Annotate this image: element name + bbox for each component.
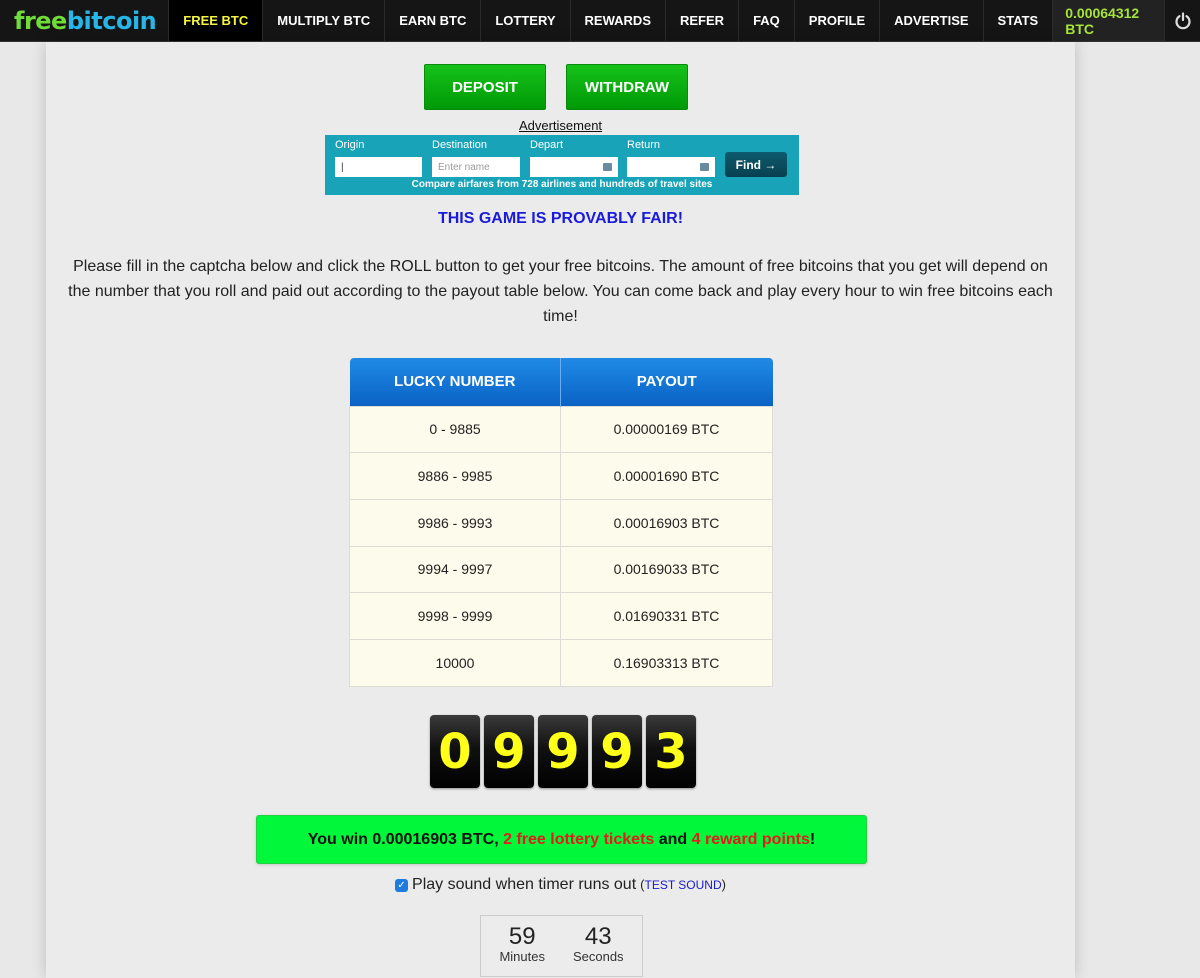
minutes-value: 59 bbox=[508, 923, 536, 950]
roll-result: 0 9 9 9 3 bbox=[430, 715, 696, 788]
roll-digit: 0 bbox=[430, 715, 480, 788]
seconds-label: Seconds bbox=[572, 949, 624, 964]
play-sound-checkbox[interactable]: ✓ bbox=[395, 878, 409, 892]
win-and: and bbox=[654, 830, 692, 848]
return-input[interactable] bbox=[627, 157, 715, 177]
origin-input[interactable]: | bbox=[335, 157, 422, 177]
payout-amount: 0.16903313 BTC bbox=[560, 638, 773, 687]
logo-bitcoin: bitcoin bbox=[66, 6, 157, 35]
deposit-button[interactable]: DEPOSIT bbox=[424, 64, 546, 110]
destination-input[interactable]: Enter name bbox=[432, 157, 520, 177]
table-row: 10000 0.16903313 BTC bbox=[349, 638, 773, 687]
main-content: DEPOSIT WITHDRAW Advertisement Origin De… bbox=[46, 42, 1075, 978]
countdown-timer: 59 Minutes 43 Seconds bbox=[480, 915, 643, 977]
win-banner: You win 0.00016903 BTC, 2 free lottery t… bbox=[256, 815, 867, 864]
lucky-range: 9986 - 9993 bbox=[349, 498, 561, 547]
table-header-row: LUCKY NUMBER PAYOUT bbox=[349, 358, 773, 406]
origin-label: Origin bbox=[335, 139, 365, 151]
nav-lottery[interactable]: LOTTERY bbox=[480, 0, 569, 41]
win-lottery-tickets: 2 free lottery tickets bbox=[503, 830, 655, 848]
payout-amount: 0.01690331 BTC bbox=[560, 592, 773, 640]
win-suffix: ! bbox=[809, 830, 816, 848]
calendar-icon bbox=[700, 163, 709, 171]
roll-digit: 9 bbox=[484, 715, 534, 788]
minutes-label: Minutes bbox=[499, 949, 545, 964]
balance-display: 0.00064312 BTC bbox=[1052, 0, 1165, 41]
play-sound-label[interactable]: Play sound when timer runs out bbox=[412, 876, 636, 894]
payout-amount: 0.00000169 BTC bbox=[560, 405, 773, 454]
nav-rewards[interactable]: REWARDS bbox=[569, 0, 665, 41]
lucky-range: 0 - 9885 bbox=[349, 405, 561, 454]
top-nav: free bitcoin FREE BTC MULTIPLY BTC EARN B… bbox=[0, 0, 1200, 42]
test-sound-link[interactable]: TEST SOUND bbox=[645, 878, 722, 892]
win-amount: You win 0.00016903 BTC, bbox=[307, 830, 504, 848]
find-flights-button[interactable]: Find → bbox=[725, 152, 787, 177]
calendar-icon bbox=[603, 163, 612, 171]
roll-digit: 3 bbox=[646, 715, 696, 788]
table-row: 9986 - 9993 0.00016903 BTC bbox=[349, 498, 773, 547]
logo-free: free bbox=[14, 6, 67, 35]
header-payout: PAYOUT bbox=[560, 358, 773, 406]
header-lucky-number: LUCKY NUMBER bbox=[349, 358, 561, 406]
seconds-value: 43 bbox=[584, 923, 612, 950]
lucky-range: 10000 bbox=[349, 638, 561, 687]
nav-stats[interactable]: STATS bbox=[982, 0, 1053, 41]
payout-table: LUCKY NUMBER PAYOUT 0 - 9885 0.00000169 B… bbox=[349, 358, 773, 687]
depart-input[interactable] bbox=[530, 157, 618, 177]
logout-button[interactable] bbox=[1164, 0, 1200, 41]
table-row: 9886 - 9985 0.00001690 BTC bbox=[349, 452, 773, 500]
logo[interactable]: free bitcoin bbox=[0, 0, 168, 41]
timer-minutes: 59 Minutes bbox=[499, 925, 545, 976]
power-icon bbox=[1174, 11, 1191, 29]
payout-amount: 0.00016903 BTC bbox=[560, 498, 773, 547]
roll-digit: 9 bbox=[538, 715, 588, 788]
nav-profile[interactable]: PROFILE bbox=[793, 0, 879, 41]
table-row: 0 - 9885 0.00000169 BTC bbox=[349, 405, 773, 454]
destination-placeholder: Enter name bbox=[438, 161, 490, 173]
nav-earn-btc[interactable]: EARN BTC bbox=[384, 0, 480, 41]
nav-free-btc[interactable]: FREE BTC bbox=[168, 0, 263, 41]
ad-caption: Compare airfares from 728 airlines and h… bbox=[411, 179, 713, 190]
nav-advertise[interactable]: ADVERTISE bbox=[879, 0, 982, 41]
return-label: Return bbox=[627, 139, 661, 151]
origin-value: | bbox=[341, 161, 344, 173]
lucky-range: 9886 - 9985 bbox=[349, 452, 561, 500]
payout-amount: 0.00001690 BTC bbox=[560, 452, 773, 500]
advertisement-label[interactable]: Advertisement bbox=[46, 118, 1075, 133]
sound-option: ✓ Play sound when timer runs out (TEST S… bbox=[46, 876, 1075, 894]
withdraw-button[interactable]: WITHDRAW bbox=[566, 64, 688, 110]
table-row: 9994 - 9997 0.00169033 BTC bbox=[349, 545, 773, 594]
roll-digit: 9 bbox=[592, 715, 642, 788]
table-row: 9998 - 9999 0.01690331 BTC bbox=[349, 592, 773, 640]
lucky-range: 9994 - 9997 bbox=[349, 545, 561, 594]
depart-label: Depart bbox=[530, 139, 564, 151]
destination-label: Destination bbox=[432, 139, 488, 151]
lucky-range: 9998 - 9999 bbox=[349, 592, 561, 640]
timer-seconds: 43 Seconds bbox=[573, 925, 624, 976]
flight-search-ad: Origin Destination Depart Return | Enter… bbox=[325, 135, 799, 195]
intro-text: Please fill in the captcha below and cli… bbox=[68, 258, 1053, 325]
nav-faq[interactable]: FAQ bbox=[738, 0, 794, 41]
payout-amount: 0.00169033 BTC bbox=[560, 545, 773, 594]
nav-multiply-btc[interactable]: MULTIPLY BTC bbox=[262, 0, 384, 41]
close-paren: ) bbox=[721, 877, 726, 892]
win-reward-points: 4 reward points bbox=[691, 830, 810, 848]
provably-fair-link[interactable]: THIS GAME IS PROVABLY FAIR! bbox=[46, 210, 1075, 228]
nav-refer[interactable]: REFER bbox=[665, 0, 738, 41]
